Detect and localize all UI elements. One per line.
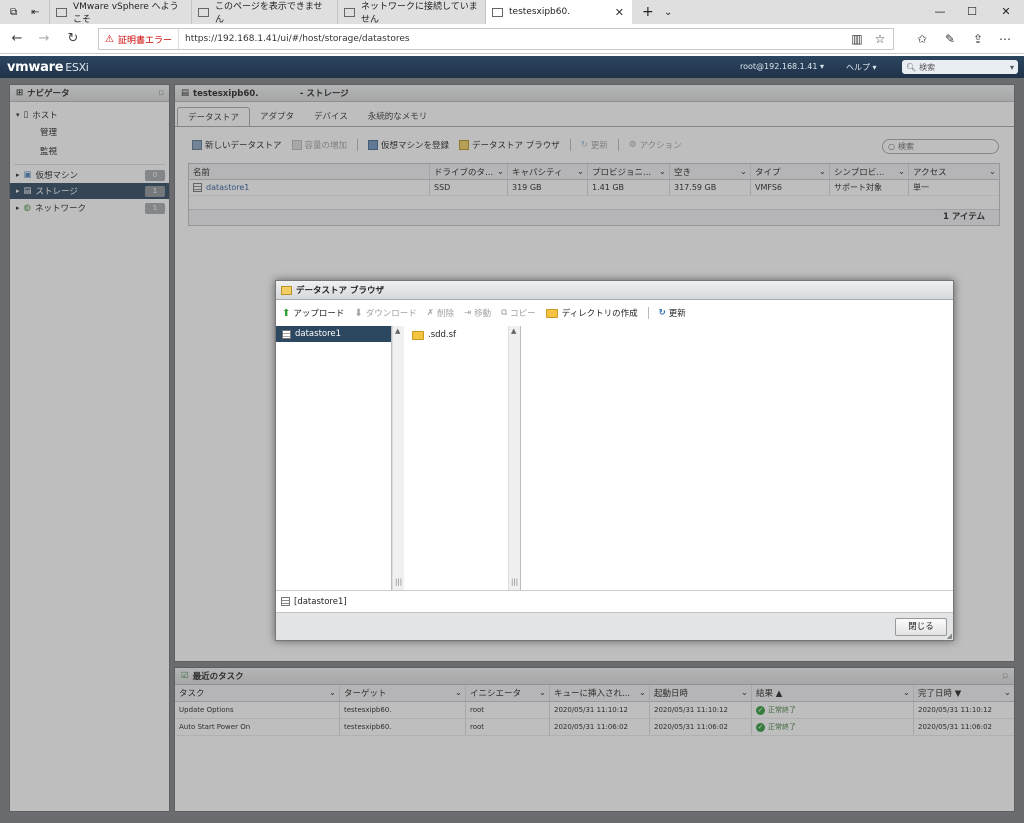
close-icon[interactable]: ✕: [615, 6, 624, 19]
upload-icon: ⬆: [282, 307, 291, 319]
window-close-icon[interactable]: ✕: [986, 2, 1024, 22]
back-icon[interactable]: ←: [6, 29, 28, 49]
upload-button[interactable]: ⬆ アップロード: [282, 307, 345, 320]
close-button[interactable]: 閉じる: [895, 618, 947, 636]
page-icon: [344, 7, 355, 17]
button-label: ディレクトリの作成: [561, 309, 638, 319]
more-icon[interactable]: ⋯: [996, 30, 1014, 48]
datastore-icon: [282, 329, 291, 339]
datastore-list-item[interactable]: datastore1: [276, 326, 391, 342]
button-label: ダウンロード: [365, 309, 417, 319]
favorite-star-icon[interactable]: ☆: [871, 30, 889, 48]
new-tab-icon[interactable]: +: [636, 0, 656, 24]
chevron-down-icon[interactable]: ▾: [1010, 63, 1014, 72]
refresh-icon: ↻: [658, 308, 666, 318]
datastore-browser-dialog: データストア ブラウザ ⬆ アップロード ⬇ ダウンロード ✗ 削除 ⇥ 移動 …: [275, 280, 954, 641]
delete-icon: ✗: [426, 308, 434, 318]
move-icon: ⇥: [463, 308, 472, 318]
copy-icon: ⧉: [501, 308, 508, 318]
pen-icon[interactable]: ✎: [941, 30, 959, 48]
tab-label: testesxipb60.: [509, 7, 571, 17]
cert-error-label: 証明書エラー: [117, 35, 172, 46]
search-icon: 🔍︎: [906, 62, 917, 72]
delete-button[interactable]: ✗ 削除: [427, 307, 454, 319]
button-label: 削除: [436, 309, 454, 319]
page-icon: [56, 7, 67, 17]
user-menu[interactable]: root@192.168.1.41 ▾: [740, 62, 824, 71]
refresh-button[interactable]: ↻ 更新: [659, 307, 686, 319]
button-label: 移動: [474, 309, 492, 319]
folder-list-item[interactable]: .sdd.sf: [412, 328, 456, 342]
vmware-logo: vmware ESXi: [7, 60, 89, 75]
browser-tab-bar: ⧉ ⇤ VMware vSphere へようこそ このページを表示できません ネ…: [0, 0, 1024, 25]
browser-icon: [281, 285, 292, 295]
tab-0[interactable]: VMware vSphere へようこそ: [50, 0, 192, 25]
tab-2[interactable]: ネットワークに接続していません: [338, 0, 486, 25]
tab-3-active[interactable]: testesxipb60. ✕: [486, 0, 632, 24]
url-text[interactable]: https://192.168.1.41/ui/#/host/storage/d…: [179, 34, 410, 44]
global-search-placeholder: 検索: [919, 62, 936, 72]
tab-actions[interactable]: ⧉ ⇤: [0, 0, 50, 24]
dialog-toolbar: ⬆ アップロード ⬇ ダウンロード ✗ 削除 ⇥ 移動 ⧉ コピー ディレクトリ…: [282, 307, 696, 319]
tab-windows-icon[interactable]: ⧉: [10, 7, 17, 18]
move-button[interactable]: ⇥ 移動: [464, 307, 491, 319]
dialog-title: データストア ブラウザ: [296, 286, 384, 296]
folder-icon: [545, 308, 558, 318]
reload-icon[interactable]: ↻: [62, 29, 84, 49]
chevron-down-icon[interactable]: ⌄: [658, 0, 678, 24]
datastore-icon: [281, 597, 290, 606]
tab-aside-icon[interactable]: ⇤: [31, 7, 39, 18]
favorites-icon[interactable]: ✩: [913, 30, 931, 48]
create-directory-button[interactable]: ディレクトリの作成: [545, 307, 638, 319]
folder-label: .sdd.sf: [428, 330, 457, 340]
download-icon: ⬇: [354, 307, 363, 319]
button-label: アップロード: [293, 309, 345, 319]
forward-icon[interactable]: →: [33, 29, 55, 49]
page-icon: [492, 7, 503, 17]
tab-label: このページを表示できません: [215, 2, 323, 25]
folder-icon: [412, 330, 424, 340]
dialog-footer: 閉じる ◢: [276, 612, 953, 640]
button-label: 更新: [668, 309, 686, 319]
page-icon: [198, 7, 209, 17]
share-icon[interactable]: ⇪: [969, 30, 987, 48]
esxi-header: vmware ESXi root@192.168.1.41 ▾ ヘルプ ▾ 🔍︎ …: [0, 56, 1024, 78]
address-bar: ← → ↻ ⚠ 証明書エラー https://192.168.1.41/ui/#…: [0, 24, 1024, 54]
url-field[interactable]: ⚠ 証明書エラー https://192.168.1.41/ui/#/host/…: [98, 28, 894, 50]
reading-view-icon[interactable]: ▥: [848, 30, 866, 48]
resize-grip-icon[interactable]: ◢: [947, 632, 952, 640]
tab-label: VMware vSphere へようこそ: [73, 2, 179, 25]
download-button[interactable]: ⬇ ダウンロード: [354, 307, 417, 320]
datastore-list-column: datastore1: [276, 326, 392, 590]
global-search[interactable]: 🔍︎ 検索 ▾: [902, 60, 1018, 74]
logo-main: vmware: [7, 60, 64, 75]
tab-1[interactable]: このページを表示できません: [192, 0, 338, 25]
copy-button[interactable]: ⧉ コピー: [501, 307, 536, 319]
button-label: コピー: [510, 309, 536, 319]
path-label: [datastore1]: [294, 596, 347, 607]
help-menu[interactable]: ヘルプ ▾: [846, 62, 877, 73]
dialog-header: データストア ブラウザ: [276, 281, 953, 300]
folder-list-column: ▲ ||| .sdd.sf ▲ |||: [392, 326, 521, 590]
scrollbar[interactable]: ▲ |||: [392, 326, 404, 590]
cert-error[interactable]: ⚠ 証明書エラー: [99, 29, 179, 49]
datastore-label: datastore1: [295, 329, 342, 339]
tab-label: ネットワークに接続していません: [361, 2, 478, 25]
scrollbar[interactable]: ▲ |||: [508, 326, 520, 590]
warning-icon: ⚠: [105, 33, 114, 45]
logo-product: ESXi: [65, 61, 89, 74]
file-list-column: [521, 326, 954, 590]
current-path: [datastore1]: [276, 590, 953, 612]
